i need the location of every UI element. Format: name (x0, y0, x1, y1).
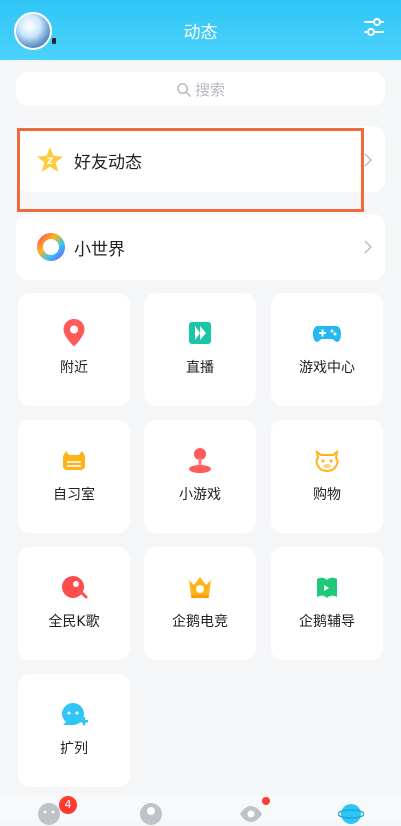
tile-label: 全民K歌 (48, 614, 100, 630)
tile-label: 企鹅电竞 (172, 614, 228, 630)
tile-expand-friends[interactable]: 扩列 (18, 674, 130, 787)
qzone-star-icon: Z (37, 147, 63, 172)
tile-label: 企鹅辅导 (299, 614, 355, 630)
search-placeholder: 搜索 (194, 80, 225, 99)
friends-feed-row[interactable]: Z 好友动态 (16, 126, 385, 192)
small-world-ring-icon (37, 233, 65, 261)
small-world-row[interactable]: 小世界 (16, 214, 385, 280)
expand-friends-icon (62, 703, 88, 726)
tile-label: 购物 (313, 487, 341, 503)
tile-label: 直播 (186, 360, 214, 376)
live-play-icon (189, 322, 211, 344)
chevron-right-icon (364, 240, 373, 254)
top-header: 动态 (0, 0, 401, 60)
chevron-right-icon (364, 153, 373, 167)
search-icon (177, 82, 191, 97)
location-pin-icon (63, 319, 85, 347)
contacts-tab-icon[interactable] (138, 800, 164, 826)
tutoring-book-icon (317, 577, 337, 598)
tile-study-room[interactable]: 自习室 (18, 420, 130, 533)
tile-label: 扩列 (60, 741, 88, 757)
tile-nearby[interactable]: 附近 (18, 293, 130, 406)
gamepad-icon (313, 326, 341, 342)
messages-badge: 4 (59, 796, 77, 814)
page-title: 动态 (183, 23, 218, 43)
tile-mini-games[interactable]: 小游戏 (144, 420, 256, 533)
tile-label: 自习室 (53, 487, 95, 503)
tile-penguin-esports[interactable]: 企鹅电竞 (144, 547, 256, 660)
tile-label: 附近 (60, 360, 88, 376)
settings-sliders-icon[interactable] (363, 16, 385, 38)
tile-label: 游戏中心 (299, 360, 355, 376)
tile-karaoke[interactable]: 全民K歌 (18, 547, 130, 660)
joystick-icon (189, 448, 211, 473)
feeds-tab-planet-icon[interactable] (338, 800, 364, 826)
small-world-label: 小世界 (74, 240, 125, 260)
friends-feed-label: 好友动态 (74, 153, 142, 173)
tile-penguin-tutoring[interactable]: 企鹅辅导 (271, 547, 383, 660)
svg-text:Z: Z (47, 157, 54, 167)
tile-label: 小游戏 (179, 487, 221, 503)
watch-reddot (262, 797, 270, 805)
esports-crown-icon (189, 577, 211, 598)
tile-shopping[interactable]: 购物 (271, 420, 383, 533)
watch-tab-icon[interactable] (238, 800, 264, 826)
study-room-cat-icon (63, 451, 85, 470)
tile-live[interactable]: 直播 (144, 293, 256, 406)
karaoke-icon (62, 576, 88, 599)
tile-game-center[interactable]: 游戏中心 (271, 293, 383, 406)
search-bar[interactable]: 搜索 (16, 72, 385, 106)
shopping-cow-icon (315, 449, 339, 473)
